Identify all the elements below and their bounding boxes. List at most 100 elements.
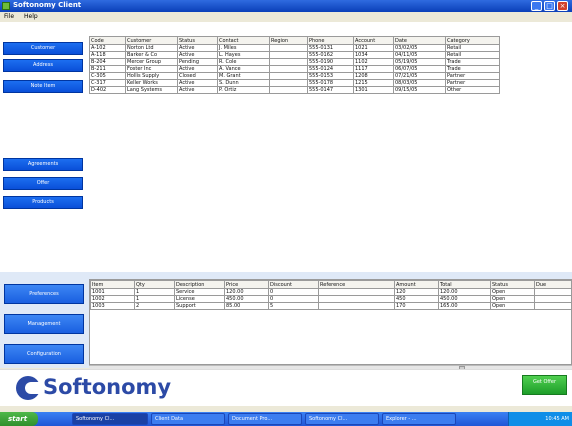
nav-products-button[interactable]: Products [3,196,83,209]
nav-customer-button[interactable]: Customer [3,42,83,55]
system-tray-clock[interactable]: 10:45 AM [508,412,572,426]
column-header[interactable]: Customer [125,36,178,45]
table-cell: P. Ortiz [217,86,270,94]
table-row[interactable]: A-118 Barker & Co Active L. Hayes 555-01… [89,51,500,59]
table-cell: Retail [445,44,500,52]
table-cell: Norton Ltd [125,44,178,52]
table-cell: S. Dunn [217,79,270,87]
table-cell: 85.00 [224,302,269,310]
table-cell: 2 [134,302,175,310]
table-cell: Partner [445,79,500,87]
table-cell: 1208 [353,72,394,80]
table-cell: C-305 [89,72,126,80]
column-header[interactable]: Qty [134,280,175,289]
table-cell: 555-0153 [307,72,354,80]
maximize-button[interactable]: □ [544,1,555,11]
column-header[interactable]: Item [90,280,135,289]
column-header[interactable]: Code [89,36,126,45]
table-cell: 5 [268,302,319,310]
column-header[interactable]: Phone [307,36,354,45]
nav-agreements-button[interactable]: Agreements [3,158,83,171]
taskbar-item[interactable]: Softonomy Cl... [305,413,379,425]
table-cell: Pending [177,58,218,66]
table-row[interactable]: C-317 Keller Works Active S. Dunn 555-01… [89,79,500,87]
nav-address-button[interactable]: Address [3,59,83,72]
menu-help[interactable]: Help [24,13,38,20]
table-cell: 04/11/05 [393,51,446,59]
table-cell: 1117 [353,65,394,73]
nav-offer-button[interactable]: Offer [3,177,83,190]
nav-management-button[interactable]: Management [4,314,84,334]
table-cell [269,65,308,73]
table-cell: 1034 [353,51,394,59]
nav-configuration-button[interactable]: Configuration [4,344,84,364]
table-cell: A-118 [89,51,126,59]
customer-table: Code Customer Status Contact Region Phon… [89,36,500,94]
table-row[interactable]: B-204 Mercer Group Pending R. Cole 555-0… [89,58,500,66]
softonomy-logo-icon [16,376,41,400]
table-row[interactable]: 1002 1 License 450.00 0 450 450.00 Open [90,295,572,303]
table-row[interactable]: D-402 Lang Systems Active P. Ortiz 555-0… [89,86,500,94]
table-cell: 1215 [353,79,394,87]
table-cell: 450.00 [438,295,491,303]
column-header[interactable]: Reference [318,280,395,289]
table-row[interactable]: C-305 Hollis Supply Closed M. Grant 555-… [89,72,500,80]
table-cell: 120.00 [224,288,269,296]
column-header[interactable]: Status [177,36,218,45]
table-cell: 450 [394,295,439,303]
table-row[interactable]: 1003 2 Support 85.00 5 170 165.00 Open [90,302,572,310]
table-cell: Support [174,302,225,310]
taskbar-item[interactable]: Explorer - ... [382,413,456,425]
column-header[interactable]: Date [393,36,446,45]
table-row[interactable]: A-102 Norton Ltd Active J. Miles 555-013… [89,44,500,52]
action-button[interactable]: Get Offer [522,375,567,395]
order-grid-area: Item Qty Description Price Discount Refe… [89,279,572,365]
taskbar-item[interactable]: Client Data [151,413,225,425]
table-cell [534,302,572,310]
table-cell: Active [177,65,218,73]
start-button[interactable]: start [0,412,38,426]
table-cell: 450.00 [224,295,269,303]
column-header[interactable]: Price [224,280,269,289]
table-cell: Lang Systems [125,86,178,94]
table-cell [534,295,572,303]
nav-preferences-button[interactable]: Preferences [4,284,84,304]
column-header[interactable]: Description [174,280,225,289]
table-row[interactable]: B-211 Foster Inc Active A. Vance 555-012… [89,65,500,73]
table-cell: M. Grant [217,72,270,80]
table-cell: Open [490,295,535,303]
table-cell: 555-0147 [307,86,354,94]
table-cell [269,51,308,59]
brand-bar: Softonomy Get Offer [0,369,572,407]
column-header[interactable]: Category [445,36,500,45]
column-header[interactable]: Account [353,36,394,45]
table-cell: B-204 [89,58,126,66]
taskbar-item[interactable]: Softonomy Cl... [72,413,148,425]
table-cell: 03/02/05 [393,44,446,52]
table-cell: 555-0162 [307,51,354,59]
minimize-button[interactable]: _ [531,1,542,11]
column-header[interactable]: Discount [268,280,319,289]
column-header[interactable]: Region [269,36,308,45]
menu-file[interactable]: File [4,13,14,20]
nav-note-item-button[interactable]: Note Item [3,80,83,93]
table-cell: Active [177,51,218,59]
window-titlebar[interactable]: Softonomy Client _ □ × [0,0,572,12]
close-button[interactable]: × [557,1,568,11]
column-header[interactable]: Status [490,280,535,289]
column-header[interactable]: Amount [394,280,439,289]
column-header[interactable]: Contact [217,36,270,45]
table-row[interactable]: 1001 1 Service 120.00 0 120 120.00 Open [90,288,572,296]
customer-grid-area: Code Customer Status Contact Region Phon… [89,22,572,272]
table-cell: 06/07/05 [393,65,446,73]
table-cell: Service [174,288,225,296]
taskbar-item[interactable]: Document Pro... [228,413,302,425]
column-header[interactable]: Total [438,280,491,289]
table-cell: 08/03/05 [393,79,446,87]
table-cell: C-317 [89,79,126,87]
table-cell: 1301 [353,86,394,94]
table-cell: 555-0131 [307,44,354,52]
table-cell: 0 [268,295,319,303]
table-cell: Other [445,86,500,94]
column-header[interactable]: Due [534,280,572,289]
